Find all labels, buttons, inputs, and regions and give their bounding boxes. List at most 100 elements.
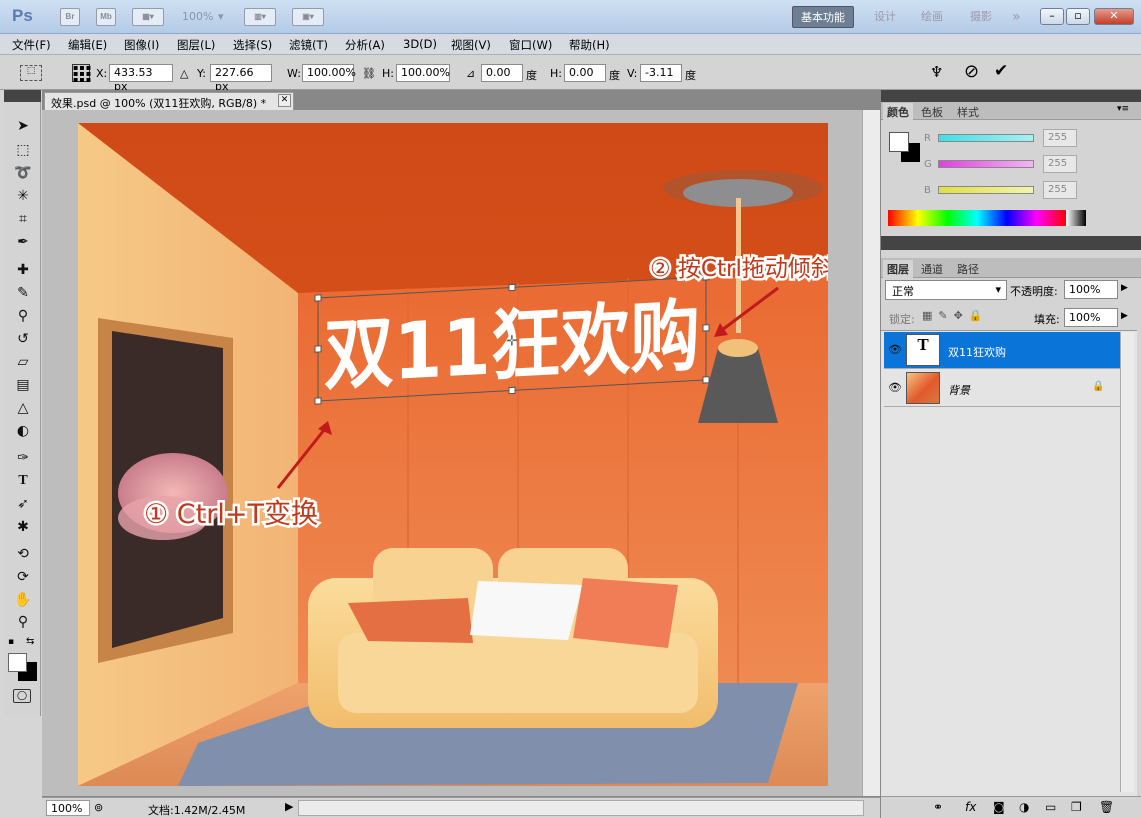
shape-tool-icon[interactable]: ✱: [13, 517, 33, 537]
layers-scrollbar[interactable]: [1120, 332, 1134, 792]
handle-top-left[interactable]: [314, 294, 322, 302]
horizontal-scrollbar[interactable]: [298, 800, 864, 816]
gradient-tool-icon[interactable]: ▤: [13, 375, 33, 395]
close-button[interactable]: ✕: [1094, 8, 1134, 25]
restore-button[interactable]: ▫: [1066, 8, 1090, 25]
layer-name[interactable]: 背景: [948, 382, 970, 398]
hand-tool-icon[interactable]: ✋: [13, 590, 33, 610]
clone-stamp-tool-icon[interactable]: ⚲: [13, 306, 33, 326]
history-brush-tool-icon[interactable]: ↺: [13, 329, 33, 349]
3d-orbit-tool-icon[interactable]: ⟳: [13, 567, 33, 587]
layer-row[interactable]: 👁 T 双11狂欢购: [884, 332, 1120, 369]
menu-select[interactable]: 选择(S): [233, 37, 272, 53]
lock-icons[interactable]: ▦✎✥🔒: [922, 309, 989, 322]
vertical-skew-input[interactable]: -3.11: [640, 64, 682, 82]
horizontal-skew-input[interactable]: 0.00: [564, 64, 606, 82]
y-position-input[interactable]: 227.66 px: [210, 64, 272, 93]
workspace-essentials-button[interactable]: 基本功能: [792, 6, 854, 28]
blend-mode-select[interactable]: 正常 ▾: [885, 280, 1007, 300]
zoom-tool-icon[interactable]: ⚲: [13, 612, 33, 632]
view-extras-button[interactable]: ▦▾: [132, 8, 164, 26]
default-colors-icon[interactable]: ▪: [8, 637, 14, 647]
panel-foreground-swatch[interactable]: [889, 132, 909, 152]
group-icon[interactable]: ▭: [1045, 800, 1056, 814]
arrange-documents-button[interactable]: ▥▾: [244, 8, 276, 26]
menu-view[interactable]: 视图(V): [451, 37, 491, 53]
blue-value[interactable]: 255: [1043, 181, 1077, 199]
width-input[interactable]: 100.00%: [302, 64, 356, 82]
rotate-angle-input[interactable]: 0.00: [481, 64, 523, 82]
bridge-button[interactable]: Br: [60, 8, 80, 26]
more-workspaces-button[interactable]: »: [1004, 6, 1029, 28]
color-spectrum-bar[interactable]: [888, 210, 1086, 226]
menu-file[interactable]: 文件(F): [12, 37, 51, 53]
menu-layer[interactable]: 图层(L): [177, 37, 215, 53]
warp-mode-icon[interactable]: ♆: [930, 63, 943, 81]
blue-slider[interactable]: [938, 186, 1034, 194]
eye-icon[interactable]: 👁: [888, 381, 902, 394]
path-selection-tool-icon[interactable]: ➶: [13, 494, 33, 514]
move-tool-icon[interactable]: ➤: [13, 116, 33, 136]
quick-select-tool-icon[interactable]: ✳: [13, 186, 33, 206]
menu-window[interactable]: 窗口(W): [509, 37, 552, 53]
mask-icon[interactable]: ◙: [993, 800, 1005, 814]
close-tab-icon[interactable]: ✕: [278, 94, 291, 107]
crop-tool-icon[interactable]: ⌗: [13, 209, 33, 229]
fx-icon[interactable]: fx: [965, 800, 976, 814]
tab-channels[interactable]: 通道: [917, 260, 947, 278]
fill-input[interactable]: 100%: [1064, 308, 1118, 327]
zoom-field[interactable]: 100%: [46, 800, 90, 816]
tab-styles[interactable]: 样式: [953, 103, 983, 121]
blur-tool-icon[interactable]: △: [13, 398, 33, 418]
red-value[interactable]: 255: [1043, 129, 1077, 147]
handle-bottom-mid[interactable]: [508, 386, 516, 395]
lasso-tool-icon[interactable]: ➰: [13, 163, 33, 183]
vertical-scrollbar[interactable]: [862, 110, 880, 796]
quick-mask-icon[interactable]: ◯: [13, 689, 31, 703]
status-menu-arrow-icon[interactable]: ▶: [285, 800, 293, 813]
swap-colors-icon[interactable]: ⇆: [26, 636, 34, 647]
pen-tool-icon[interactable]: ✑: [13, 448, 33, 468]
transform-tool-icon[interactable]: ⬚: [20, 65, 42, 81]
layer-row[interactable]: 👁 背景 🔒: [884, 370, 1120, 407]
green-value[interactable]: 255: [1043, 155, 1077, 173]
delta-icon[interactable]: △: [180, 67, 188, 80]
tab-swatches[interactable]: 色板: [917, 103, 947, 121]
healing-brush-tool-icon[interactable]: ✚: [13, 260, 33, 280]
dodge-tool-icon[interactable]: ◐: [13, 421, 33, 441]
menu-help[interactable]: 帮助(H): [569, 37, 610, 53]
tab-layers[interactable]: 图层: [883, 260, 913, 278]
adjustment-icon[interactable]: ◑: [1019, 800, 1029, 814]
handle-bottom-left[interactable]: [314, 397, 322, 405]
handle-bottom-right[interactable]: [702, 376, 710, 384]
foreground-color-swatch[interactable]: [8, 653, 27, 672]
tab-paths[interactable]: 路径: [953, 260, 983, 278]
zoom-level-combo[interactable]: 100%: [182, 10, 213, 23]
tab-color[interactable]: 颜色: [883, 103, 913, 121]
marquee-tool-icon[interactable]: ⬚: [13, 140, 33, 160]
menu-image[interactable]: 图像(I): [124, 37, 159, 53]
trash-icon[interactable]: 🗑: [1099, 800, 1114, 814]
cancel-transform-icon[interactable]: ⊘: [964, 61, 979, 82]
workspace-painting-button[interactable]: 绘画: [913, 6, 951, 28]
brush-tool-icon[interactable]: ✎: [13, 283, 33, 303]
menu-analysis[interactable]: 分析(A): [345, 37, 385, 53]
red-slider[interactable]: [938, 134, 1034, 142]
x-position-input[interactable]: 433.53 px: [109, 64, 173, 93]
menu-3d[interactable]: 3D(D): [403, 37, 437, 51]
green-slider[interactable]: [938, 160, 1034, 168]
link-icon[interactable]: ⚭: [933, 800, 943, 814]
eye-icon[interactable]: 👁: [888, 343, 902, 356]
panel-menu-icon[interactable]: ▾≡: [1117, 104, 1129, 114]
screen-mode-button[interactable]: ▣▾: [292, 8, 324, 26]
new-layer-icon[interactable]: ❐: [1071, 800, 1082, 814]
fill-arrow-icon[interactable]: ▶: [1121, 311, 1128, 321]
handle-mid-right[interactable]: [702, 324, 710, 332]
menu-filter[interactable]: 滤镜(T): [289, 37, 328, 53]
handle-top-mid[interactable]: [508, 283, 516, 292]
panel-dock-header[interactable]: [881, 90, 1141, 102]
workspace-photography-button[interactable]: 摄影: [962, 6, 1000, 28]
tools-panel-header[interactable]: [4, 90, 41, 102]
commit-transform-icon[interactable]: ✔: [994, 61, 1008, 81]
handle-mid-left[interactable]: [314, 345, 322, 353]
